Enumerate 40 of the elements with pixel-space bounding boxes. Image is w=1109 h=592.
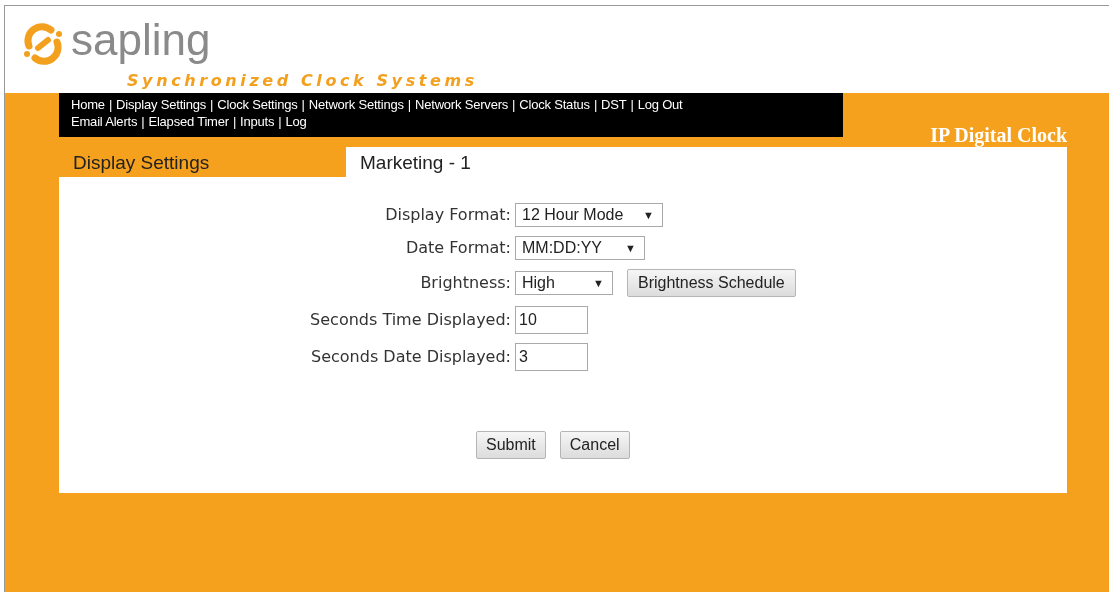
- nav-link[interactable]: Log Out: [637, 96, 683, 113]
- field-label: Date Format:: [404, 237, 511, 259]
- tagline: Synchronized Clock Systems: [127, 70, 479, 92]
- dropdown[interactable]: MM:DD:YY ▼: [515, 236, 645, 260]
- nav-separator: |: [512, 96, 516, 113]
- nav-link[interactable]: Network Settings: [308, 96, 404, 113]
- nav-link[interactable]: Display Settings: [116, 96, 207, 113]
- logo-icon: [21, 22, 65, 66]
- dropdown[interactable]: High ▼: [515, 271, 613, 295]
- nav-separator: |: [301, 96, 305, 113]
- field-label: Seconds Time Displayed:: [309, 309, 511, 331]
- nav-separator: |: [141, 113, 145, 130]
- nav-link[interactable]: Clock Status: [519, 96, 590, 113]
- dropdown[interactable]: 12 Hour Mode ▼: [515, 203, 663, 227]
- nav-link[interactable]: Home: [71, 96, 105, 113]
- submit-button[interactable]: Submit: [476, 431, 546, 459]
- input-field[interactable]: 3: [515, 343, 588, 371]
- nav-link[interactable]: DST: [601, 96, 627, 113]
- product-title: IP Digital Clock: [930, 123, 1067, 147]
- cancel-button[interactable]: Cancel: [559, 431, 630, 459]
- nav-separator: |: [108, 96, 113, 113]
- nav-separator: |: [210, 96, 214, 113]
- nav-link[interactable]: Network Servers: [415, 96, 509, 113]
- nav-link[interactable]: Clock Settings: [217, 96, 298, 113]
- nav-link[interactable]: Inputs: [240, 113, 275, 130]
- nav-link[interactable]: Email Alerts: [71, 113, 138, 130]
- nav-separator: |: [278, 113, 282, 130]
- tab[interactable]: Marketing - 1: [346, 147, 1067, 177]
- field-label: Seconds Date Displayed:: [310, 346, 511, 368]
- logo-wordmark: sapling: [71, 16, 211, 66]
- field-label: Display Format:: [384, 204, 511, 226]
- nav-separator: |: [630, 96, 634, 113]
- nav-link[interactable]: Elapsed Timer: [148, 113, 229, 130]
- field-label: Brightness:: [419, 272, 511, 294]
- input-field[interactable]: 10: [515, 306, 588, 334]
- nav-separator: |: [407, 96, 411, 113]
- nav-separator: |: [593, 96, 598, 113]
- nav-separator: |: [232, 113, 237, 130]
- brightness-schedule-button[interactable]: Brightness Schedule: [627, 269, 796, 297]
- nav-link[interactable]: Log: [285, 113, 307, 130]
